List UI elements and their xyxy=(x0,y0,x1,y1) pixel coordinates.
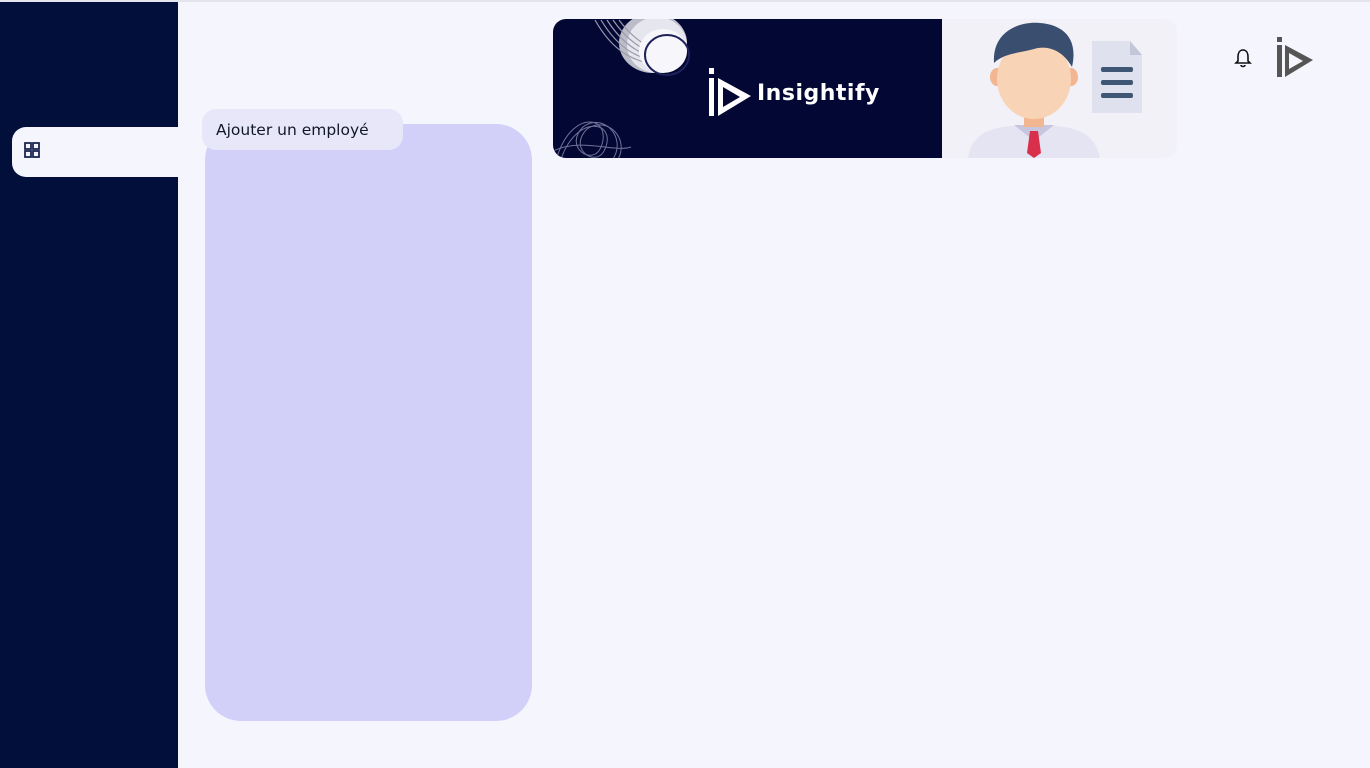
decorative-knot-icon xyxy=(553,121,632,158)
welcome-banner: Insightify xyxy=(553,19,1177,158)
employee-panel xyxy=(205,124,532,721)
banner-brand: Insightify xyxy=(707,66,880,120)
brand-name: Insightify xyxy=(757,80,880,106)
banner-brand-area: Insightify xyxy=(553,19,942,158)
app-logo-icon[interactable] xyxy=(1275,36,1315,84)
decorative-spring-icon xyxy=(594,19,690,76)
sidebar-item-dashboard[interactable] xyxy=(12,127,182,177)
dashboard-grid-icon xyxy=(24,142,40,162)
insightify-logo-icon xyxy=(709,68,751,116)
banner-illustration-area xyxy=(942,19,1177,158)
employee-illustration-icon xyxy=(968,22,1142,158)
notification-bell-icon[interactable] xyxy=(1234,47,1252,73)
sidebar xyxy=(0,2,182,768)
add-employee-button[interactable]: Ajouter un employé xyxy=(202,109,403,150)
